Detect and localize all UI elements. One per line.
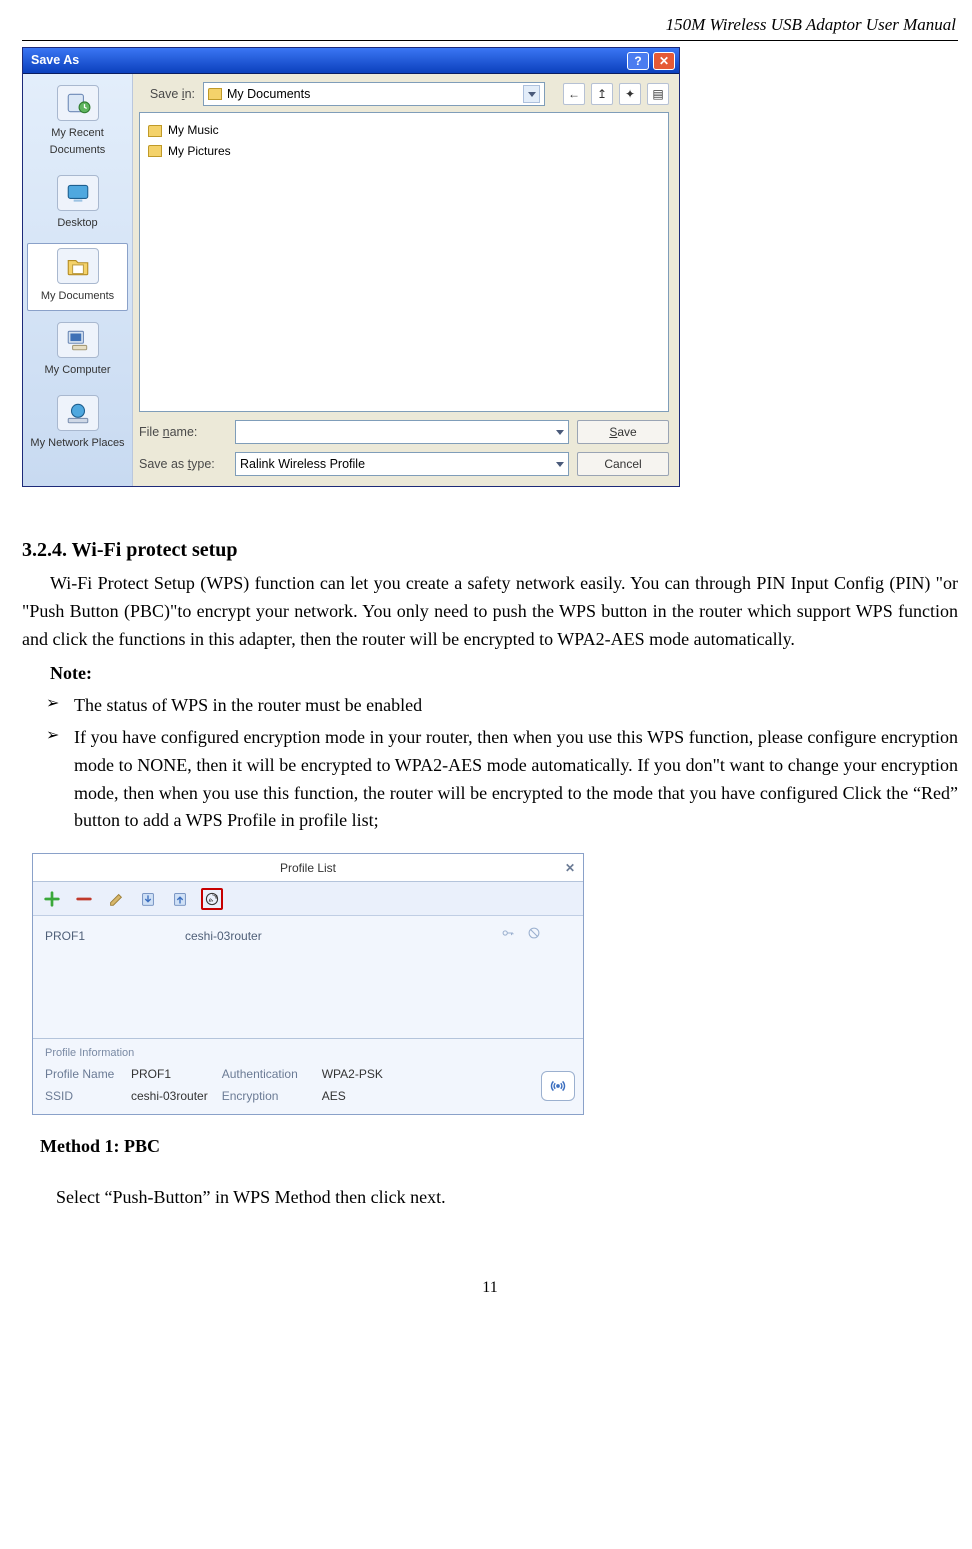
- file-list-area[interactable]: My Music My Pictures: [139, 112, 669, 412]
- item-label: My Pictures: [168, 142, 231, 161]
- place-label: My Computer: [44, 362, 110, 379]
- place-my-network-places[interactable]: My Network Places: [27, 390, 128, 457]
- key-icon: [501, 926, 515, 946]
- page-number: 11: [22, 1276, 958, 1301]
- place-label: My Documents: [41, 288, 114, 305]
- wps-profile-button[interactable]: [201, 888, 223, 910]
- method-heading: Method 1: PBC: [40, 1133, 958, 1161]
- profile-info-strip: Profile Information Profile Name PROF1 SS…: [33, 1038, 583, 1113]
- kv-value: WPA2-PSK: [322, 1065, 383, 1084]
- panel-toolbar: [33, 882, 583, 916]
- save-in-combo[interactable]: My Documents: [203, 82, 545, 106]
- help-button[interactable]: ?: [627, 52, 649, 70]
- profile-list-panel: Profile List ✕ PROF1: [32, 853, 584, 1114]
- folder-icon: [148, 125, 162, 137]
- filename-field[interactable]: [235, 420, 569, 444]
- save-in-label: Save in:: [139, 85, 195, 104]
- step-text: Select “Push-Button” in WPS Method then …: [56, 1184, 958, 1212]
- save-button[interactable]: Save: [577, 420, 669, 444]
- dialog-title: Save As: [31, 51, 79, 70]
- dropdown-arrow-icon[interactable]: [556, 462, 564, 467]
- export-profile-icon[interactable]: [169, 888, 191, 910]
- network-places-icon: [57, 395, 99, 431]
- save-as-type-value: Ralink Wireless Profile: [240, 455, 551, 474]
- place-my-recent-documents[interactable]: My Recent Documents: [27, 80, 128, 164]
- item-label: My Music: [168, 121, 219, 140]
- dropdown-arrow-icon[interactable]: [523, 85, 540, 103]
- bullet-item: The status of WPS in the router must be …: [46, 692, 958, 720]
- new-folder-button[interactable]: ✦: [619, 83, 641, 105]
- kv-key: SSID: [45, 1087, 123, 1106]
- recent-documents-icon: [57, 85, 99, 121]
- save-in-value: My Documents: [227, 85, 310, 104]
- remove-profile-icon[interactable]: [73, 888, 95, 910]
- info-legend: Profile Information: [45, 1045, 575, 1062]
- radio-icon: [541, 1071, 575, 1101]
- place-label: My Recent Documents: [30, 125, 125, 159]
- block-icon: [527, 926, 541, 946]
- paragraph: Wi-Fi Protect Setup (WPS) function can l…: [22, 570, 958, 654]
- doc-header: 150M Wireless USB Adaptor User Manual: [22, 10, 958, 41]
- folder-icon: [148, 145, 162, 157]
- panel-title: Profile List: [280, 859, 336, 878]
- kv-key: Profile Name: [45, 1065, 123, 1084]
- folder-icon: [208, 88, 222, 100]
- add-profile-icon[interactable]: [41, 888, 63, 910]
- import-profile-icon[interactable]: [137, 888, 159, 910]
- kv-value: PROF1: [131, 1065, 171, 1084]
- views-button[interactable]: ▤: [647, 83, 669, 105]
- up-one-level-button[interactable]: ↥: [591, 83, 613, 105]
- kv-value: ceshi-03router: [131, 1087, 208, 1106]
- close-icon[interactable]: ✕: [565, 859, 575, 878]
- row-name: PROF1: [45, 927, 165, 946]
- dropdown-arrow-icon[interactable]: [556, 430, 564, 435]
- place-label: My Network Places: [30, 435, 124, 452]
- places-bar: My Recent Documents Desktop My Documents: [23, 74, 133, 486]
- kv-key: Authentication: [222, 1065, 314, 1084]
- my-computer-icon: [57, 322, 99, 358]
- kv-value: AES: [322, 1087, 346, 1106]
- dialog-titlebar: Save As ? ✕: [23, 48, 679, 74]
- save-as-dialog: Save As ? ✕ My Recent Documents Desk: [22, 47, 680, 487]
- section-heading: 3.2.4. Wi-Fi protect setup: [22, 535, 958, 566]
- place-desktop[interactable]: Desktop: [27, 170, 128, 237]
- edit-profile-icon[interactable]: [105, 888, 127, 910]
- profile-list-area: PROF1 ceshi-03router: [33, 916, 583, 1038]
- row-ssid: ceshi-03router: [185, 927, 481, 946]
- place-label: Desktop: [57, 215, 97, 232]
- page: 150M Wireless USB Adaptor User Manual Sa…: [0, 0, 972, 1341]
- kv-key: Encryption: [222, 1087, 314, 1106]
- my-documents-icon: [57, 248, 99, 284]
- list-item[interactable]: My Music: [148, 121, 660, 140]
- table-row[interactable]: PROF1 ceshi-03router: [45, 924, 571, 948]
- list-item[interactable]: My Pictures: [148, 142, 660, 161]
- close-button[interactable]: ✕: [653, 52, 675, 70]
- note-label: Note:: [50, 660, 958, 688]
- desktop-icon: [57, 175, 99, 211]
- bullet-item: If you have configured encryption mode i…: [46, 724, 958, 836]
- cancel-button[interactable]: Cancel: [577, 452, 669, 476]
- save-as-type-combo[interactable]: Ralink Wireless Profile: [235, 452, 569, 476]
- place-my-documents[interactable]: My Documents: [27, 243, 128, 310]
- back-button[interactable]: ←: [563, 83, 585, 105]
- place-my-computer[interactable]: My Computer: [27, 317, 128, 384]
